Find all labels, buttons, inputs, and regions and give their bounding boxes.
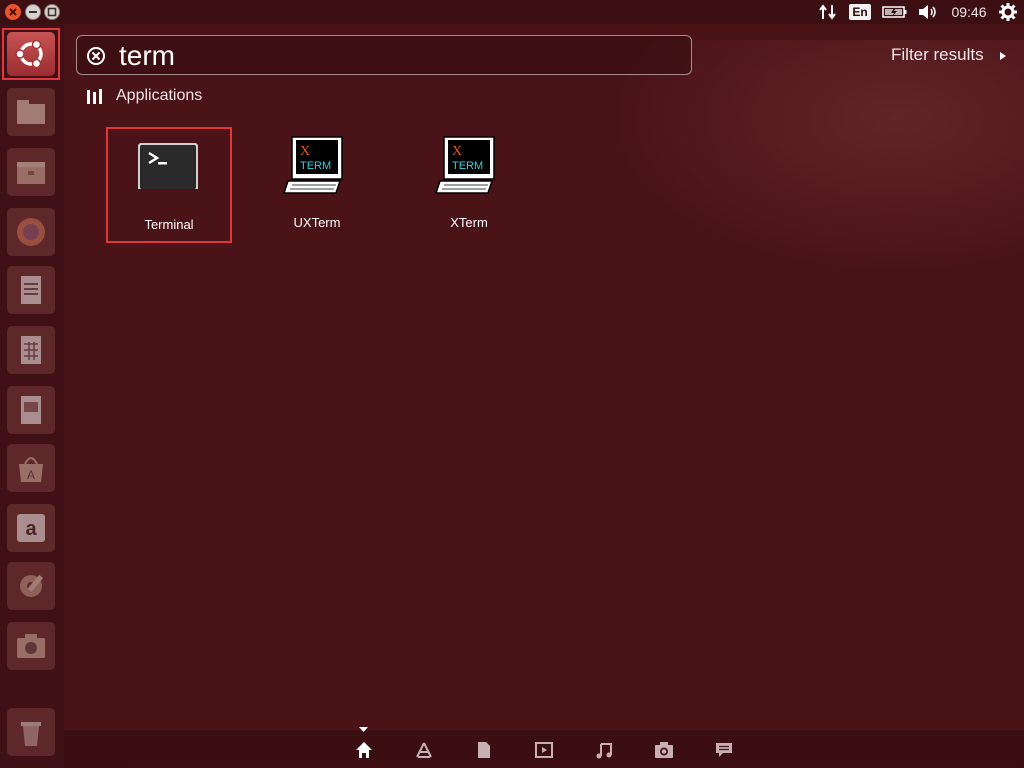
amazon-icon: a [17,514,45,542]
spreadsheet-icon [21,336,41,364]
files-icon [17,100,45,124]
network-icon[interactable] [816,0,840,24]
launcher-files[interactable] [7,88,55,136]
maximize-icon[interactable] [44,4,60,20]
launcher-calc[interactable] [7,326,55,374]
app-label-xterm: XTerm [450,215,488,230]
trash-icon [21,722,41,746]
search-query-text: term [119,40,175,71]
launcher-trash[interactable] [7,708,55,756]
social-icon[interactable] [714,740,734,760]
svg-text:A: A [27,468,35,482]
launcher-firefox[interactable] [7,208,55,256]
clock[interactable]: 09:46 [944,0,994,24]
launcher-software-center[interactable]: A [7,444,55,492]
settings-icon [20,574,44,597]
archive-icon [17,162,45,184]
battery-icon[interactable] [880,0,910,24]
launcher-system-settings[interactable] [7,562,55,610]
launcher-impress[interactable] [7,386,55,434]
xterm-term-text: TERM [452,160,483,172]
volume-icon[interactable] [916,0,940,24]
dash-home-button[interactable] [2,28,60,80]
category-label: Applications [116,87,203,104]
launcher-writer[interactable] [7,266,55,314]
keyboard-layout-indicator[interactable]: En [849,0,871,24]
keyboard-layout-label: En [849,4,871,20]
minimize-icon[interactable] [25,4,41,20]
filter-results-button[interactable]: Filter results [891,45,984,65]
app-result-terminal[interactable]: Terminal [106,127,232,243]
video-icon[interactable] [534,740,554,760]
music-icon[interactable] [594,740,614,760]
clear-search-icon[interactable] [85,45,107,67]
svg-text:a: a [25,518,37,540]
launcher-amazon[interactable]: a [7,504,55,552]
applications-category-icon [87,88,102,104]
power-gear-icon[interactable] [997,0,1019,24]
applications-category-header: Applications [86,86,202,106]
terminal-icon [138,143,198,189]
photo-icon[interactable] [654,740,674,760]
app-result-uxterm[interactable]: X TERM UXTerm [254,127,380,243]
ubuntu-logo-icon [15,39,43,69]
document-icon [21,276,41,304]
home-icon[interactable] [354,740,374,760]
xterm-x-text: X [452,144,462,159]
launcher-screenshot[interactable] [7,622,55,670]
launcher-archive[interactable] [7,148,55,196]
close-icon[interactable] [5,4,21,20]
files-icon[interactable] [474,740,494,760]
app-label-terminal: Terminal [144,217,194,232]
xterm-icon: X TERM [282,136,343,194]
xterm-icon: X TERM [434,136,495,194]
top-panel: En 09:46 [0,0,1024,24]
software-center-icon: A [19,457,43,482]
background-glow [560,40,1024,300]
xterm-x-text: X [300,144,310,159]
app-result-xterm[interactable]: X TERM XTerm [406,127,532,243]
active-lens-indicator [359,727,368,732]
camera-icon [17,634,45,658]
xterm-term-text: TERM [300,160,331,172]
presentation-icon [21,396,41,424]
firefox-icon [17,218,45,246]
search-input[interactable]: term [76,35,692,75]
app-label-uxterm: UXTerm [293,215,341,230]
chevron-right-icon [1000,52,1006,60]
applications-icon[interactable] [414,740,434,760]
